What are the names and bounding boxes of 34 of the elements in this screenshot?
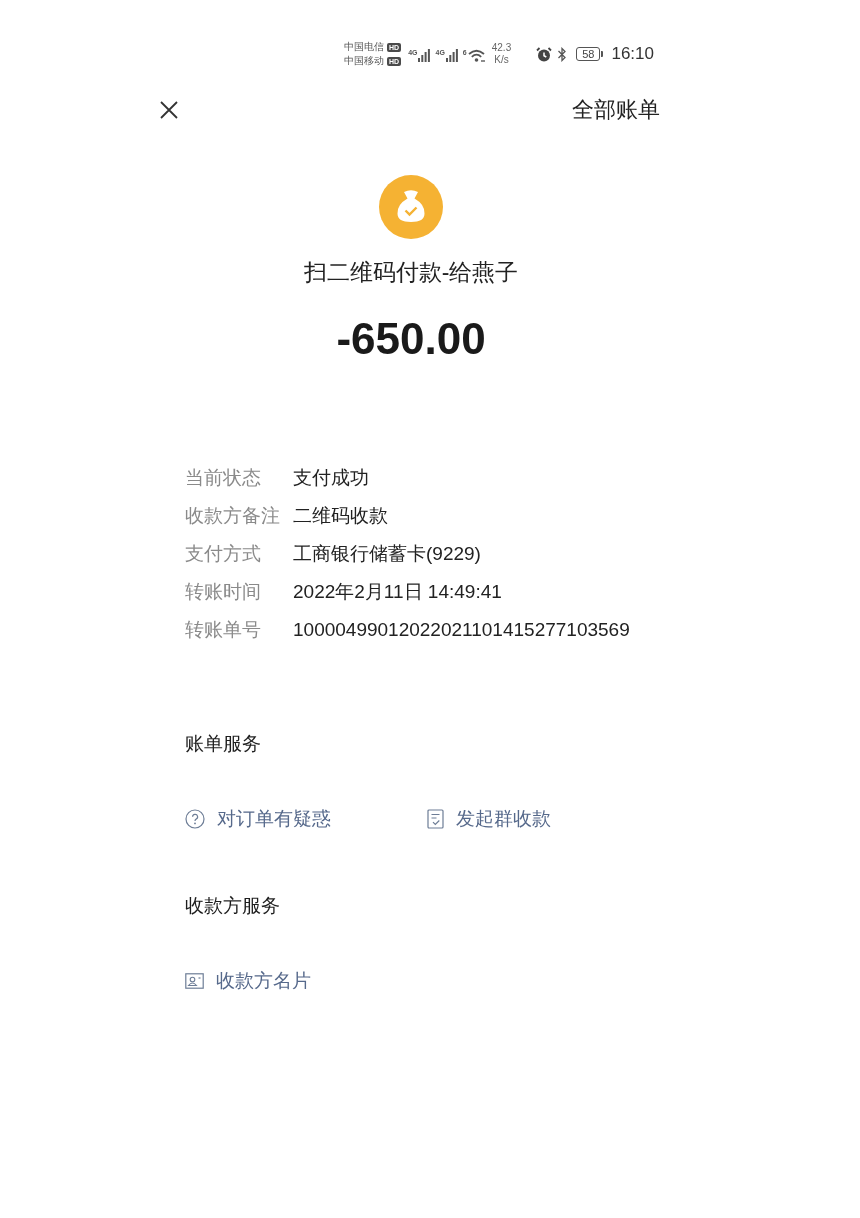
order-query-link[interactable]: 对订单有疑惑: [185, 805, 331, 833]
payment-title: 扫二维码付款-给燕子: [303, 259, 519, 285]
money-bag-icon: [379, 175, 443, 239]
detail-value: 二维码收款: [293, 504, 388, 528]
contact-card-icon: [185, 973, 204, 989]
detail-value: 2022年2月11日 14:49:41: [293, 580, 502, 604]
section-title: 账单服务: [185, 732, 261, 756]
question-icon: [185, 809, 205, 829]
signal-icon: [445, 48, 458, 62]
detail-label: 当前状态: [185, 466, 262, 490]
carrier-name: 中国电信: [344, 41, 384, 53]
battery-indicator: 58: [576, 47, 604, 61]
section-title: 收款方服务: [185, 894, 280, 918]
network-speed-unit: K/s: [494, 54, 509, 66]
document-check-icon: [427, 809, 444, 829]
alarm-clock-icon: [536, 46, 553, 62]
detail-value: 10000499012022021101415277103569: [293, 619, 630, 641]
group-collection-link[interactable]: 发起群收款: [427, 805, 551, 833]
detail-label: 收款方备注: [185, 504, 281, 528]
close-icon[interactable]: [160, 101, 178, 119]
detail-value: 工商银行储蓄卡(9229): [293, 542, 481, 566]
payment-amount: -650.00: [336, 315, 486, 363]
detail-label: 支付方式: [185, 542, 262, 566]
carrier-name: 中国移动: [344, 55, 384, 67]
detail-value: 支付成功: [293, 466, 369, 490]
signal-icon: [418, 48, 431, 62]
wifi-icon: [467, 48, 485, 62]
detail-label: 转账单号: [185, 618, 262, 642]
clock-time: 16:10: [611, 44, 654, 64]
bluetooth-icon: [557, 46, 568, 62]
payee-card-link[interactable]: 收款方名片: [185, 967, 311, 995]
network-speed-value: 42.3: [491, 42, 512, 54]
detail-label: 转账时间: [185, 580, 262, 604]
all-bills-link[interactable]: 全部账单: [572, 96, 660, 124]
